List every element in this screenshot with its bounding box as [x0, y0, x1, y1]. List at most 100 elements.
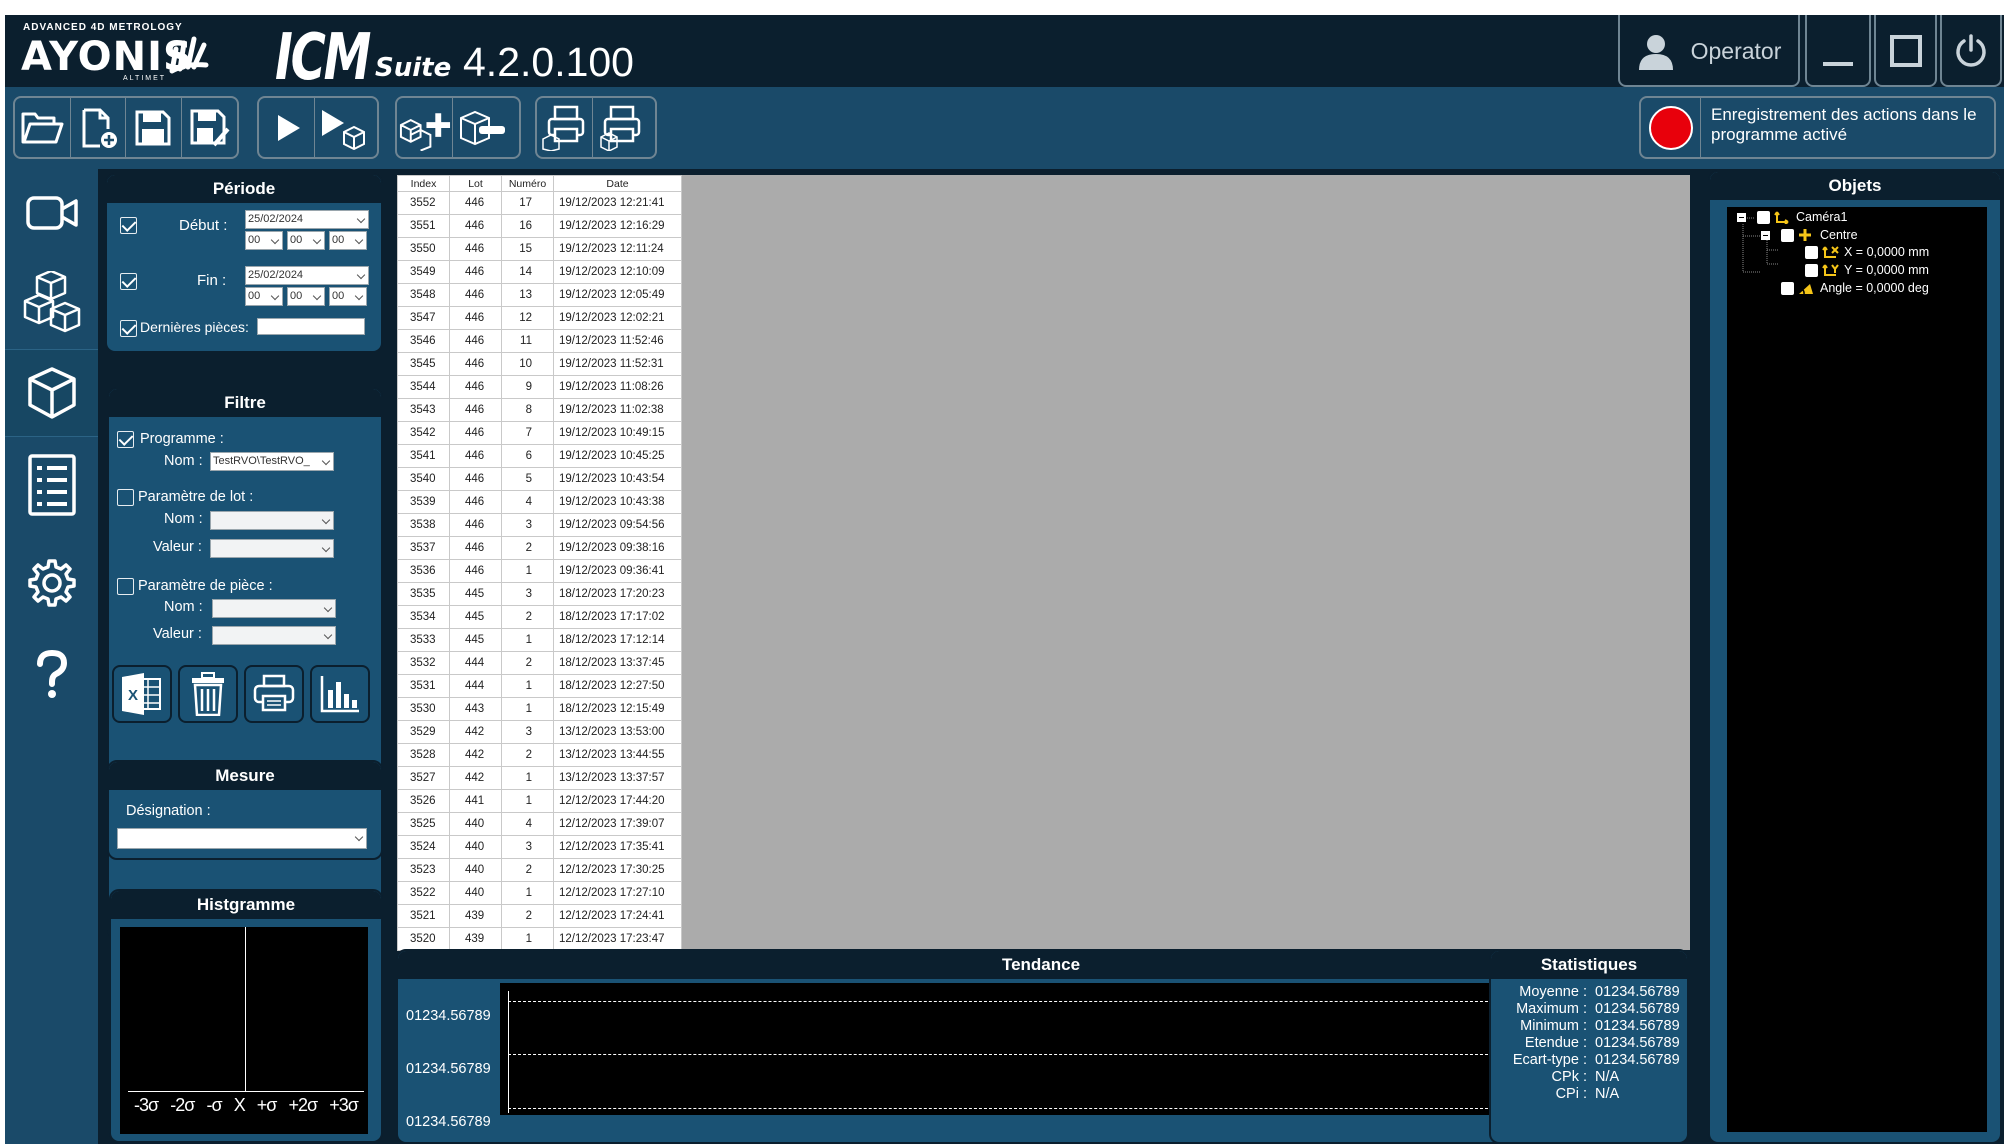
save-as-button[interactable] [182, 98, 238, 157]
table-row[interactable]: 3542 446 7 19/12/2023 10:49:15 [397, 421, 682, 445]
tree-checkbox[interactable] [1805, 263, 1818, 277]
programme-checkbox[interactable] [117, 431, 134, 448]
power-button[interactable] [1940, 15, 2002, 87]
fin-date-picker[interactable]: 25/02/2024 [245, 266, 369, 285]
table-row[interactable]: 3526 441 1 12/12/2023 17:44:20 [397, 789, 682, 813]
table-row[interactable]: 3551 446 16 19/12/2023 12:16:29 [397, 214, 682, 238]
table-row[interactable]: 3544 446 9 19/12/2023 11:08:26 [397, 375, 682, 399]
table-row[interactable]: 3528 442 2 13/12/2023 13:44:55 [397, 743, 682, 767]
save-button[interactable] [126, 98, 182, 157]
debut-minute-select[interactable]: 00 [287, 231, 325, 250]
stat-label: CPk : [1551, 1069, 1587, 1085]
fin-minute-select[interactable]: 00 [287, 287, 325, 306]
piece-checkbox[interactable] [117, 578, 134, 595]
lot-nom-select[interactable] [210, 511, 334, 530]
table-row[interactable]: 3529 442 3 13/12/2023 13:53:00 [397, 720, 682, 744]
print-report-button[interactable] [593, 98, 649, 157]
column-header-date[interactable]: Date [553, 175, 682, 192]
table-row[interactable]: 3552 446 17 19/12/2023 12:21:41 [397, 191, 682, 215]
nav-objects[interactable] [5, 259, 98, 347]
column-header-numero[interactable]: Numéro [501, 175, 554, 192]
tree-checkbox[interactable] [1757, 210, 1770, 224]
nav-report[interactable] [5, 441, 98, 529]
nav-settings[interactable] [5, 539, 98, 627]
table-row[interactable]: 3541 446 6 19/12/2023 10:45:25 [397, 444, 682, 468]
table-row[interactable]: 3523 440 2 12/12/2023 17:30:25 [397, 858, 682, 882]
chart-button[interactable] [310, 665, 370, 723]
table-row[interactable]: 3524 440 3 12/12/2023 17:35:41 [397, 835, 682, 859]
cubes-icon [23, 271, 80, 333]
dernieres-checkbox[interactable] [120, 320, 137, 337]
table-row[interactable]: 3537 446 2 19/12/2023 09:38:16 [397, 536, 682, 560]
cell-index: 3542 [397, 421, 450, 445]
tree-node-centre[interactable]: Centre [1781, 228, 1858, 242]
table-row[interactable]: 3546 446 11 19/12/2023 11:52:46 [397, 329, 682, 353]
tree-node-x[interactable]: X = 0,0000 mm [1805, 245, 1929, 259]
table-row[interactable]: 3540 446 5 19/12/2023 10:43:54 [397, 467, 682, 491]
table-row[interactable]: 3522 440 1 12/12/2023 17:27:10 [397, 881, 682, 905]
programme-nom-select[interactable]: TestRVO\TestRVO_ [210, 452, 334, 471]
tree-node-y[interactable]: Y = 0,0000 mm [1805, 263, 1929, 277]
cell-numero: 15 [501, 237, 554, 261]
column-header-lot[interactable]: Lot [449, 175, 502, 192]
table-row[interactable]: 3533 445 1 18/12/2023 17:12:14 [397, 628, 682, 652]
table-row[interactable]: 3549 446 14 19/12/2023 12:10:09 [397, 260, 682, 284]
open-button[interactable] [15, 98, 71, 157]
lot-checkbox[interactable] [117, 489, 134, 506]
table-row[interactable]: 3530 443 1 18/12/2023 12:15:49 [397, 697, 682, 721]
table-row[interactable]: 3520 439 1 12/12/2023 17:23:47 [397, 927, 682, 951]
remove-object-button[interactable] [453, 98, 509, 157]
table-row[interactable]: 3548 446 13 19/12/2023 12:05:49 [397, 283, 682, 307]
table-row[interactable]: 3538 446 3 19/12/2023 09:54:56 [397, 513, 682, 537]
tree-checkbox[interactable] [1805, 245, 1818, 259]
cell-lot: 440 [449, 881, 502, 905]
debut-hour-select[interactable]: 00 [245, 231, 283, 250]
table-row[interactable]: 3521 439 2 12/12/2023 17:24:41 [397, 904, 682, 928]
nav-help[interactable] [5, 631, 98, 719]
delete-button[interactable] [178, 665, 238, 723]
designation-select[interactable] [117, 828, 367, 849]
record-button[interactable] [1641, 98, 1701, 157]
table-row[interactable]: 3543 446 8 19/12/2023 11:02:38 [397, 398, 682, 422]
fin-checkbox[interactable] [120, 273, 137, 290]
run-objects-button[interactable] [315, 98, 371, 157]
table-row[interactable]: 3534 445 2 18/12/2023 17:17:02 [397, 605, 682, 629]
operator-button[interactable]: Operator [1618, 15, 1800, 87]
minimize-button[interactable] [1805, 15, 1871, 87]
table-row[interactable]: 3539 446 4 19/12/2023 10:43:38 [397, 490, 682, 514]
table-row[interactable]: 3550 446 15 19/12/2023 12:11:24 [397, 237, 682, 261]
table-row[interactable]: 3535 445 3 18/12/2023 17:20:23 [397, 582, 682, 606]
fin-hour-value: 00 [248, 290, 261, 302]
tree-node-angle[interactable]: Angle = 0,0000 deg [1781, 281, 1929, 295]
add-object-button[interactable] [397, 98, 453, 157]
print-button[interactable] [537, 98, 593, 157]
new-button[interactable] [71, 98, 126, 157]
run-button[interactable] [259, 98, 315, 157]
table-row[interactable]: 3531 444 1 18/12/2023 12:27:50 [397, 674, 682, 698]
lot-valeur-select[interactable] [210, 539, 334, 558]
table-row[interactable]: 3547 446 12 19/12/2023 12:02:21 [397, 306, 682, 330]
piece-nom-select[interactable] [212, 599, 336, 618]
point-icon [1799, 229, 1811, 241]
table-row[interactable]: 3527 442 1 13/12/2023 13:37:57 [397, 766, 682, 790]
piece-valeur-select[interactable] [212, 626, 336, 645]
table-row[interactable]: 3545 446 10 19/12/2023 11:52:31 [397, 352, 682, 376]
tree-checkbox[interactable] [1781, 281, 1794, 295]
table-row[interactable]: 3536 446 1 19/12/2023 09:36:41 [397, 559, 682, 583]
fin-hour-select[interactable]: 00 [245, 287, 283, 306]
tree-checkbox[interactable] [1781, 228, 1794, 242]
nav-statistics[interactable] [5, 349, 98, 437]
export-excel-button[interactable]: X [112, 665, 172, 723]
table-row[interactable]: 3532 444 2 18/12/2023 13:37:45 [397, 651, 682, 675]
fin-second-select[interactable]: 00 [329, 287, 367, 306]
nav-camera[interactable] [5, 169, 98, 257]
tree-node-camera[interactable]: Caméra1 [1757, 210, 1847, 224]
debut-second-select[interactable]: 00 [329, 231, 367, 250]
debut-date-picker[interactable]: 25/02/2024 [245, 210, 369, 229]
debut-checkbox[interactable] [120, 217, 137, 234]
print-stats-button[interactable] [244, 665, 304, 723]
column-header-index[interactable]: Index [397, 175, 450, 192]
dernieres-input[interactable] [257, 318, 365, 335]
table-row[interactable]: 3525 440 4 12/12/2023 17:39:07 [397, 812, 682, 836]
maximize-button[interactable] [1874, 15, 1937, 87]
